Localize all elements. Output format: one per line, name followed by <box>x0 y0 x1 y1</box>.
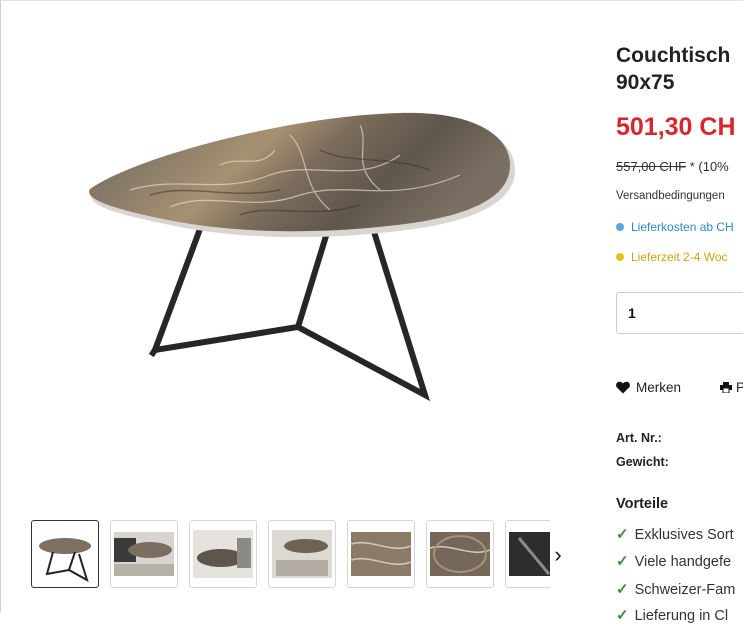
weight-label: Gewicht: <box>616 455 669 469</box>
benefits-title: Vorteile <box>616 496 669 512</box>
product-price: 501,30 CH <box>616 113 736 141</box>
product-title-line-1: Couchtisch <box>616 44 731 67</box>
info-dot-icon <box>616 222 624 231</box>
thumbnail-6[interactable] <box>426 520 494 588</box>
thumbnail-1[interactable] <box>31 520 99 588</box>
frame-border-top <box>0 0 743 1</box>
benefit-item: ✓ Schweizer-Fam <box>616 580 735 598</box>
wishlist-label: Merken <box>636 380 682 395</box>
check-icon: ✓ <box>616 553 629 570</box>
check-icon: ✓ <box>616 581 629 598</box>
check-icon: ✓ <box>616 526 629 543</box>
thumbnail-strip <box>30 520 550 592</box>
quantity-input[interactable] <box>616 292 743 334</box>
benefit-text: Lieferung in Cl <box>634 608 729 624</box>
shipping-cost-text: Lieferkosten ab CH <box>631 220 734 234</box>
benefit-text: Schweizer-Fam <box>634 582 736 598</box>
thumbnail-7[interactable] <box>505 520 550 588</box>
benefit-text: Viele handgefe <box>634 554 732 570</box>
heart-icon <box>616 381 630 394</box>
benefit-text: Exklusives Sort <box>634 527 734 543</box>
thumbnail-5[interactable] <box>347 520 415 588</box>
benefit-item: ✓ Exklusives Sort <box>616 525 734 543</box>
thumbnail-4[interactable] <box>268 520 336 588</box>
old-price-value: 557,00 CHF <box>616 159 687 174</box>
product-title: Couchtisch 90x75 <box>616 42 743 96</box>
print-label: P <box>736 380 743 395</box>
printer-icon <box>720 381 732 394</box>
delivery-time-text: Lieferzeit 2-4 Woc <box>631 250 728 264</box>
thumbnail-3[interactable] <box>189 520 257 588</box>
main-product-image[interactable] <box>60 95 530 415</box>
print-button[interactable]: P <box>720 380 743 395</box>
old-price: 557,00 CHF * (10% <box>616 159 729 174</box>
discount-note: * (10% <box>689 159 729 174</box>
thumbnail-2[interactable] <box>110 520 178 588</box>
product-title-line-2: 90x75 <box>616 71 675 94</box>
article-number-label: Art. Nr.: <box>616 431 662 445</box>
delivery-time-info: Lieferzeit 2-4 Woc <box>616 250 728 264</box>
benefit-item: ✓ Lieferung in Cl <box>616 606 728 624</box>
benefit-item: ✓ Viele handgefe <box>616 552 731 570</box>
status-dot-icon <box>616 252 624 261</box>
check-icon: ✓ <box>616 607 629 624</box>
shipping-conditions-link[interactable]: Versandbedingungen <box>616 190 725 202</box>
frame-border-left <box>0 0 1 612</box>
chevron-right-icon[interactable]: › <box>548 540 568 570</box>
shipping-cost-info[interactable]: Lieferkosten ab CH <box>616 220 734 234</box>
wishlist-button[interactable]: Merken <box>616 380 681 395</box>
